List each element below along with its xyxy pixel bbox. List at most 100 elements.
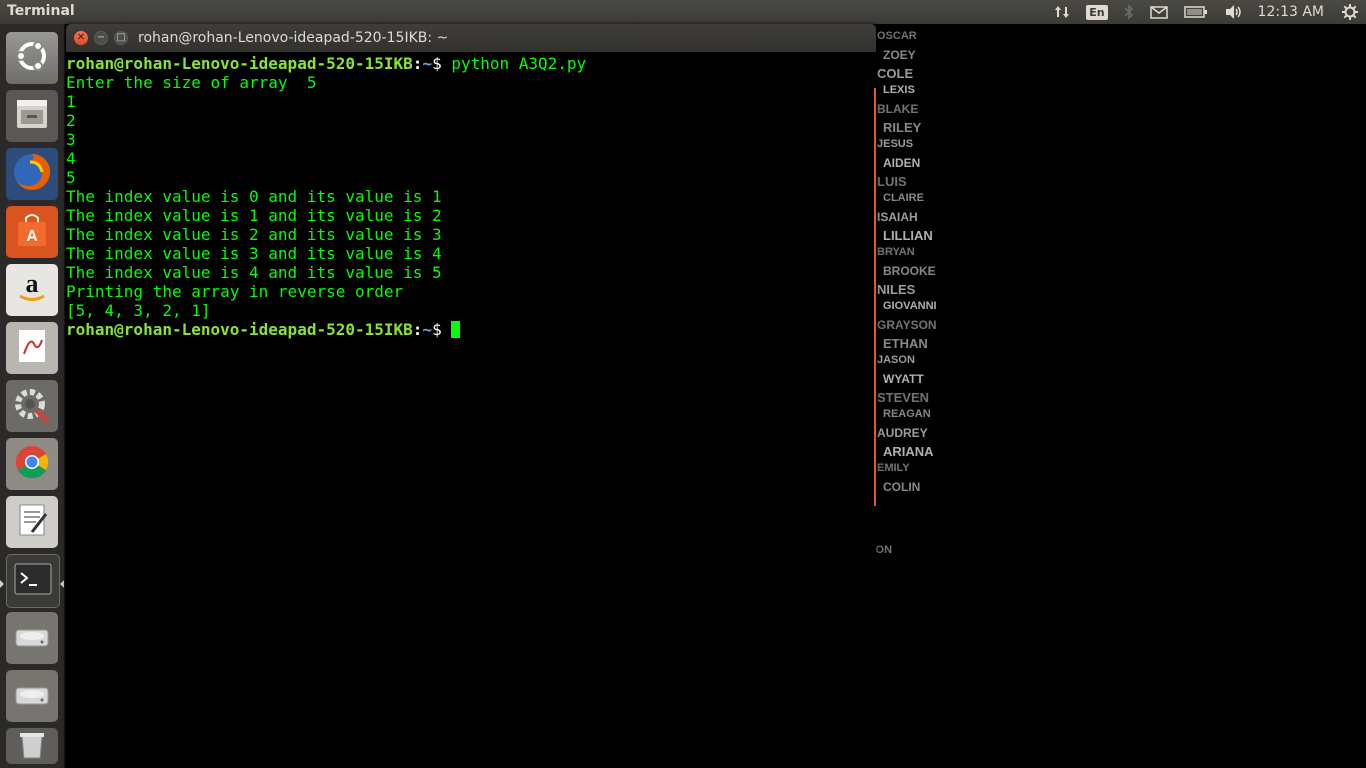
- prompt-user: rohan@rohan-Lenovo-ideapad-520-15IKB: [66, 54, 413, 73]
- output-line: 5: [66, 168, 76, 187]
- wallpaper-name-text: EMILY: [877, 462, 910, 474]
- launcher-terminal[interactable]: [6, 554, 60, 608]
- maximize-button[interactable]: □: [114, 31, 128, 45]
- hard-drive-icon: [12, 616, 52, 660]
- prompt-dollar: $: [432, 320, 452, 339]
- command-line: rohan@rohan-Lenovo-ideapad-520-15IKB:~$ …: [66, 54, 586, 73]
- wallpaper-name-text: LILLIAN: [883, 228, 933, 243]
- launcher-text-editor[interactable]: [6, 496, 58, 548]
- gear-icon[interactable]: [1342, 0, 1358, 24]
- indicator-area: En 12:13 AM: [1046, 0, 1366, 24]
- prompt-path: ~: [422, 320, 433, 339]
- wallpaper-name-text: NILES: [877, 282, 916, 297]
- terminal-output[interactable]: rohan@rohan-Lenovo-ideapad-520-15IKB:~$ …: [66, 52, 876, 768]
- minimize-icon: −: [96, 32, 106, 43]
- active-app-title: Terminal: [7, 3, 75, 19]
- wallpaper-name-text: REAGAN: [883, 408, 931, 420]
- launcher-document-viewer[interactable]: [6, 322, 58, 374]
- network-updown-icon[interactable]: [1054, 0, 1070, 24]
- wallpaper-name-text: BLAKE: [877, 102, 919, 116]
- launcher: A a: [0, 24, 65, 768]
- wallpaper-name-text: JASON: [877, 354, 915, 366]
- chrome-icon: [12, 442, 52, 486]
- launcher-firefox[interactable]: [6, 148, 58, 200]
- wallpaper-name-text: OSCAR: [877, 30, 917, 42]
- wallpaper-name-text: COLE: [877, 66, 914, 81]
- terminal-window[interactable]: ✕ − □ rohan@rohan-Lenovo-ideapad-520-15I…: [66, 24, 876, 768]
- running-indicator: [0, 580, 4, 588]
- launcher-chrome[interactable]: [6, 438, 58, 490]
- hard-drive-icon: [12, 674, 52, 718]
- bluetooth-icon[interactable]: [1124, 0, 1134, 24]
- launcher-system-settings[interactable]: [6, 380, 58, 432]
- launcher-drive-1[interactable]: [6, 612, 58, 664]
- wallpaper-name-text: ISAIAH: [877, 210, 918, 224]
- output-line: 1: [66, 92, 76, 111]
- wallpaper-name-text: WYATT: [883, 372, 924, 386]
- wallpaper-name-text: RILEY: [883, 120, 922, 135]
- output-line: [5, 4, 3, 2, 1]: [66, 301, 211, 320]
- launcher-drive-2[interactable]: [6, 670, 58, 722]
- prompt-separator: :: [412, 320, 423, 339]
- file-cabinet-icon: [12, 94, 52, 138]
- window-title: rohan@rohan-Lenovo-ideapad-520-15IKB: ~: [138, 30, 449, 46]
- terminal-icon: [13, 561, 53, 601]
- text-cursor: [451, 321, 461, 338]
- wallpaper-name-text: BRYAN: [877, 246, 915, 258]
- maximize-icon: □: [116, 32, 126, 43]
- output-line: The index value is 2 and its value is 3: [66, 225, 442, 244]
- scrollbar[interactable]: [874, 88, 876, 506]
- prompt-user: rohan@rohan-Lenovo-ideapad-520-15IKB: [66, 320, 413, 339]
- wallpaper-name-text: ARIANA: [883, 444, 934, 459]
- wallpaper-name-text: GIOVANNI: [883, 300, 937, 312]
- pdf-icon: [12, 326, 52, 370]
- close-icon: ✕: [76, 32, 86, 43]
- current-prompt-line[interactable]: rohan@rohan-Lenovo-ideapad-520-15IKB:~$: [66, 320, 461, 339]
- window-titlebar[interactable]: ✕ − □ rohan@rohan-Lenovo-ideapad-520-15I…: [66, 24, 876, 52]
- wallpaper-name-text: ETHAN: [883, 336, 928, 351]
- command-text: python A3Q2.py: [451, 54, 587, 73]
- trash-icon: [14, 728, 50, 764]
- wallpaper-name-text: STEVEN: [877, 390, 930, 405]
- output-line: 3: [66, 130, 76, 149]
- svg-text:a: a: [26, 269, 39, 298]
- output-line: The index value is 3 and its value is 4: [66, 244, 442, 263]
- text-editor-icon: [12, 500, 52, 544]
- launcher-software-center[interactable]: A: [6, 206, 58, 258]
- shopping-bag-icon: A: [12, 210, 52, 254]
- keyboard-layout-indicator[interactable]: En: [1086, 0, 1108, 24]
- ubuntu-logo-icon: [12, 36, 52, 80]
- settings-wrench-icon: [10, 382, 54, 430]
- output-line: 2: [66, 111, 76, 130]
- prompt-separator: :: [412, 54, 423, 73]
- mail-icon[interactable]: [1149, 0, 1168, 24]
- close-button[interactable]: ✕: [74, 31, 88, 45]
- battery-icon[interactable]: [1183, 0, 1208, 24]
- output-line: The index value is 0 and its value is 1: [66, 187, 442, 206]
- wallpaper-name-text: GRAYSON: [877, 318, 937, 332]
- output-line: The index value is 4 and its value is 5: [66, 263, 442, 282]
- wallpaper-name-text: CLAIRE: [883, 192, 924, 204]
- svg-text:A: A: [26, 228, 38, 245]
- wallpaper-name-text: JESUS: [877, 138, 914, 150]
- top-panel: Terminal En 12:13 AM: [0, 0, 1366, 24]
- launcher-dash[interactable]: [6, 32, 58, 84]
- output-line: Printing the array in reverse order: [66, 282, 404, 301]
- clock[interactable]: 12:13 AM: [1258, 0, 1324, 24]
- wallpaper-name-text: ZOEY: [883, 48, 916, 62]
- focused-indicator: [60, 580, 64, 588]
- wallpaper-name-text: LUIS: [877, 174, 907, 189]
- output-line: Enter the size of array 5: [66, 73, 317, 92]
- prompt-dollar: $: [432, 54, 452, 73]
- minimize-button[interactable]: −: [94, 31, 108, 45]
- wallpaper-name-text: AUDREY: [877, 426, 928, 440]
- launcher-files[interactable]: [6, 90, 58, 142]
- amazon-icon: a: [12, 268, 52, 312]
- prompt-path: ~: [422, 54, 433, 73]
- launcher-trash[interactable]: [6, 728, 58, 764]
- output-line: 4: [66, 149, 76, 168]
- wallpaper-name-text: COLIN: [883, 480, 921, 494]
- wallpaper-name-text: LEXIS: [883, 84, 915, 96]
- launcher-amazon[interactable]: a: [6, 264, 58, 316]
- volume-icon[interactable]: [1224, 0, 1244, 24]
